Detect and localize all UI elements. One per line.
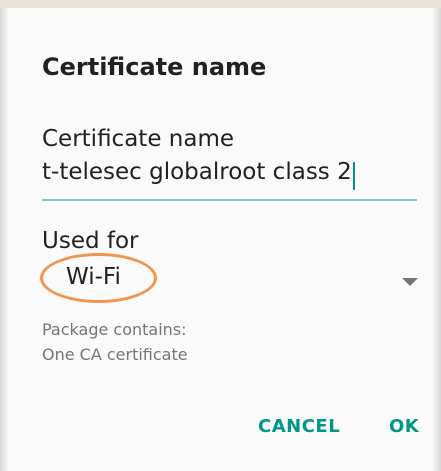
cancel-button[interactable]: CANCEL [258,416,340,437]
package-info-line-1: Package contains: [42,320,187,339]
text-cursor [353,162,355,190]
package-info-line-2: One CA certificate [42,345,188,364]
backdrop-left [0,8,10,471]
dialog-title: Certificate name [42,53,267,81]
certificate-name-label: Certificate name [42,126,235,152]
triangle-down-icon [402,278,418,286]
backdrop-right [431,8,441,471]
used-for-selected-value: Wi-Fi [66,264,121,290]
ok-button[interactable]: OK [389,416,419,437]
certificate-name-input[interactable] [42,159,412,185]
screen: Certificate name Certificate name Used f… [0,0,441,471]
used-for-select[interactable]: Wi-Fi [38,254,418,304]
certificate-name-dialog: Certificate name Certificate name Used f… [10,8,431,471]
used-for-label: Used for [42,228,139,254]
certificate-name-underline [42,199,417,201]
package-info: Package contains: One CA certificate [42,317,188,367]
